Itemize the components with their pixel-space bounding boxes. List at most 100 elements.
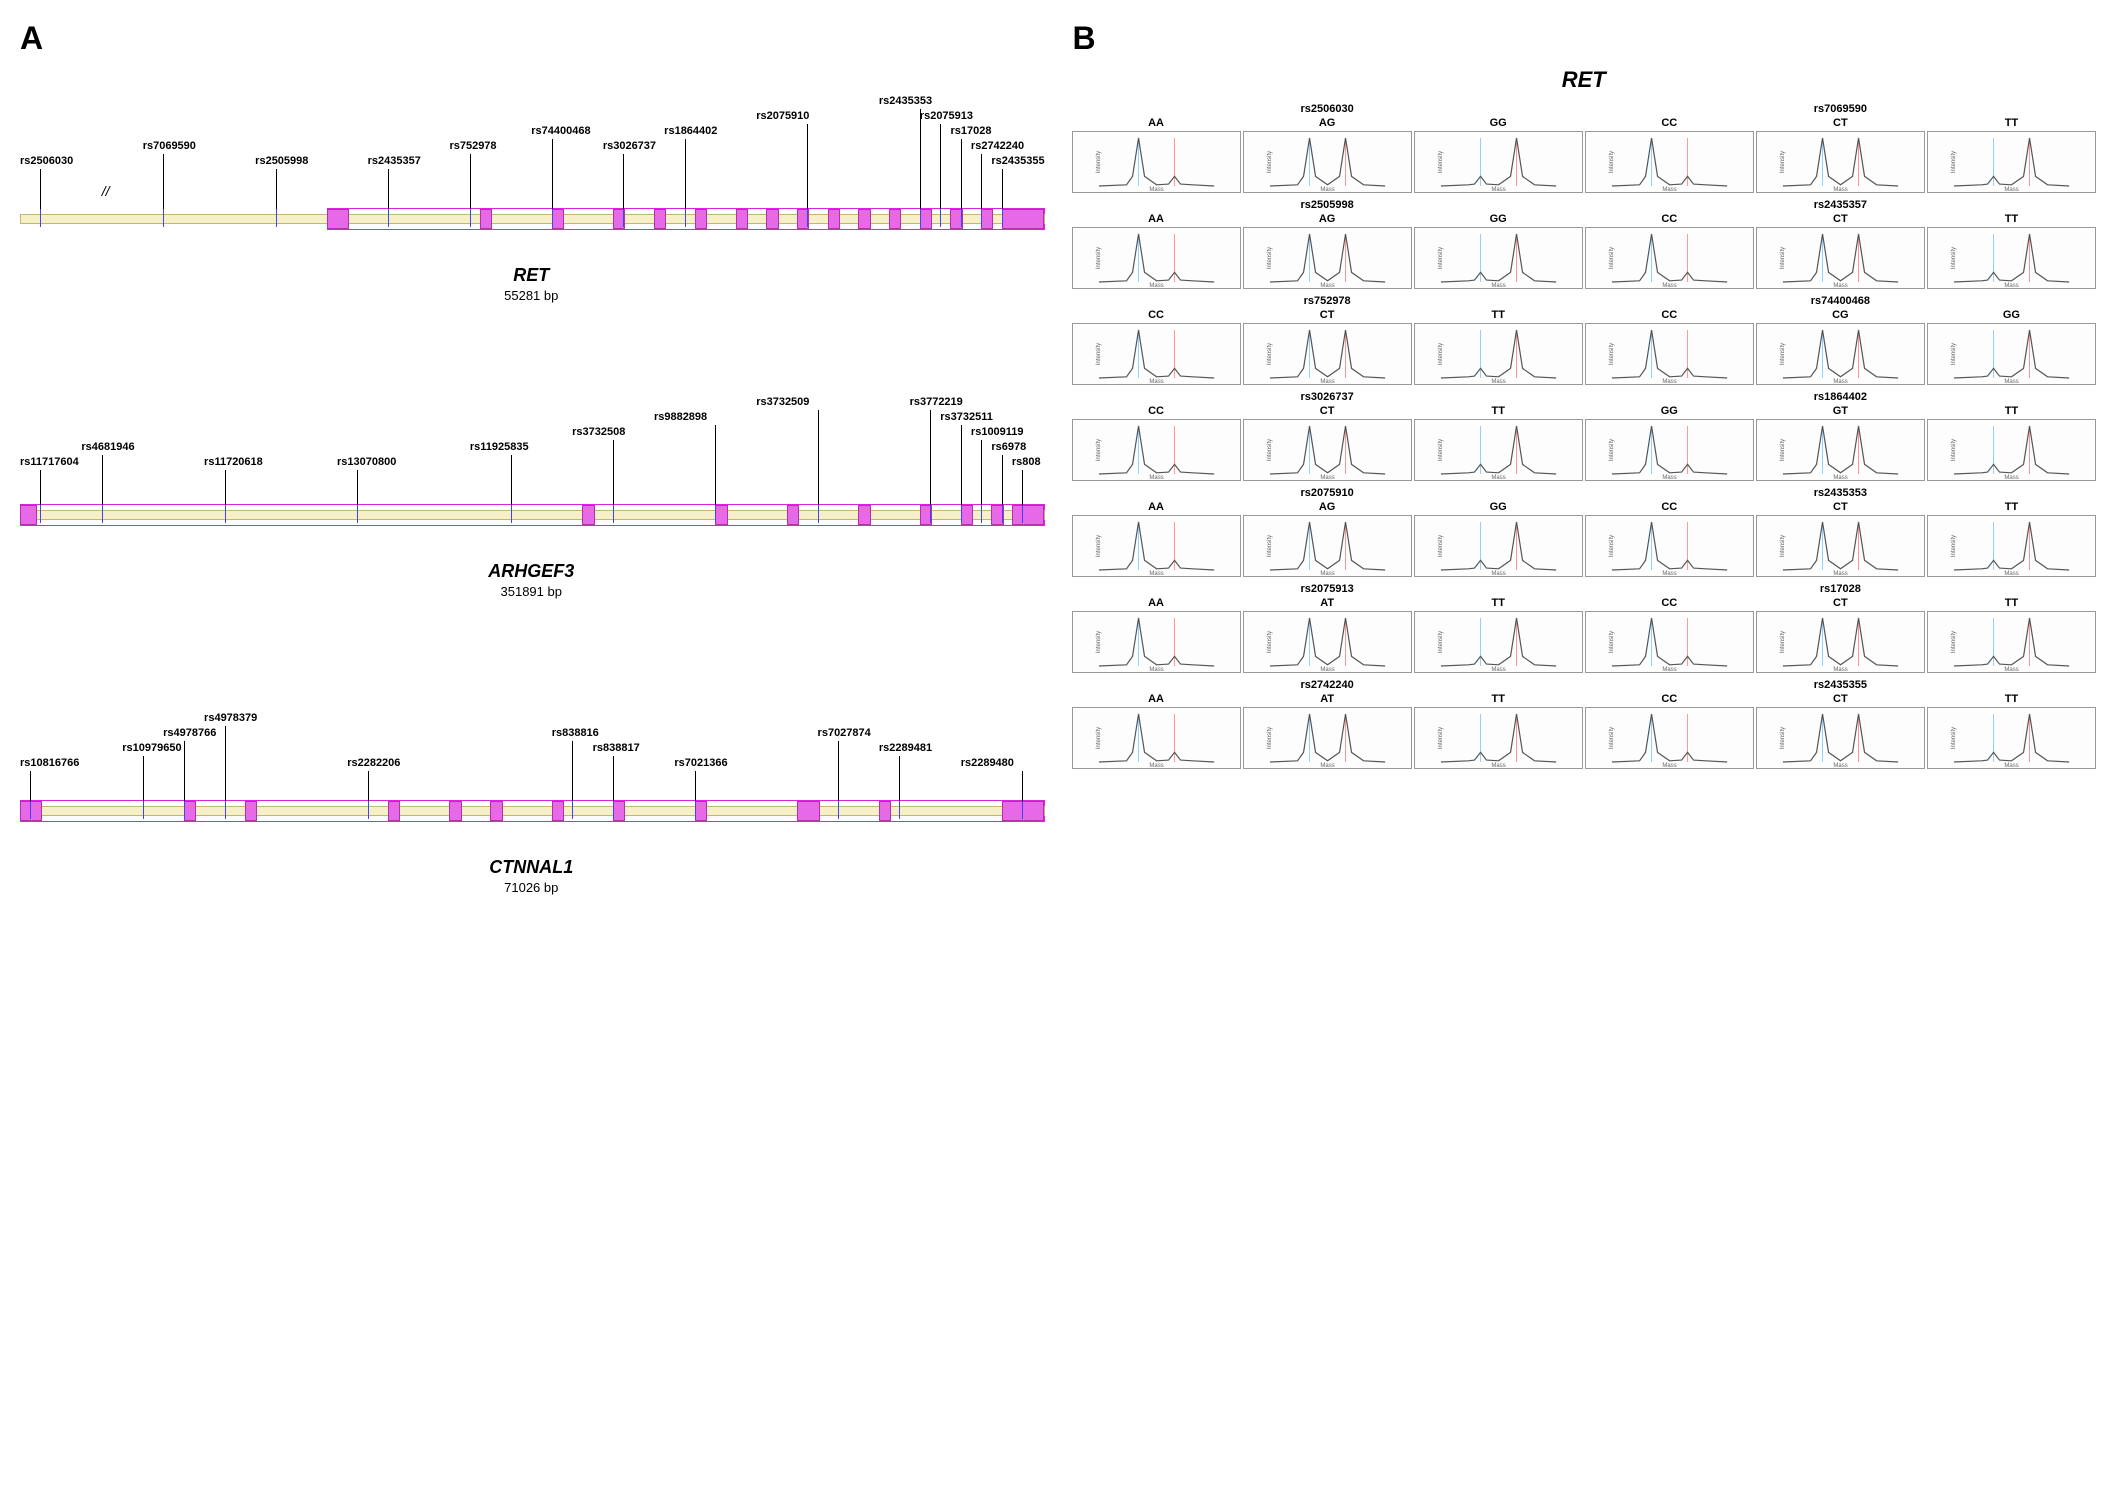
snp-label: rs2506030 (20, 155, 73, 167)
svg-text:Mass: Mass (1662, 763, 1676, 768)
svg-text:Intensity: Intensity (1609, 631, 1615, 653)
svg-text:Intensity: Intensity (1267, 151, 1273, 173)
gene-name-ctnnal1: CTNNAL1 (20, 857, 1043, 878)
genotype-label: AT (1320, 597, 1334, 609)
svg-text:Mass: Mass (1149, 763, 1163, 768)
svg-text:Intensity: Intensity (1609, 727, 1615, 749)
snp-label: rs2435357 (368, 155, 421, 167)
svg-text:Intensity: Intensity (1951, 535, 1957, 557)
spectrum-plot: Mass Intensity (1243, 131, 1412, 193)
svg-text:Intensity: Intensity (1096, 247, 1102, 269)
spectrum-cell: rs2742240ATMassIntensity (1244, 679, 1411, 769)
spectrum-cell: TTMassIntensity (1928, 583, 2095, 673)
spectrum-plot: MassIntensity (1243, 323, 1412, 385)
snp-label: rs10979650 (122, 742, 181, 754)
svg-text:Mass: Mass (2004, 187, 2018, 192)
spectrum-cell: rs2075910AG MassIntensity (1244, 487, 1411, 577)
spectrum-plot: Mass Intensity (1927, 515, 2096, 577)
svg-text:Mass: Mass (1833, 571, 1847, 576)
spectrum-cell: GGMassIntensity (1415, 103, 1582, 193)
svg-text:Intensity: Intensity (1609, 343, 1615, 365)
genotype-label: CC (1661, 117, 1677, 129)
spectrum-cell: TTMassIntensity (1928, 487, 2095, 577)
spectrum-plot: MassIntensity (1756, 515, 1925, 577)
genotype-label: TT (2005, 405, 2018, 417)
snp-label: rs838817 (593, 742, 640, 754)
spectrum-cell: GGMassIntensity (1586, 391, 1753, 481)
genotype-label: TT (2005, 213, 2018, 225)
genotype-label: CT (1833, 213, 1848, 225)
panel-a: A // (20, 20, 1043, 955)
spectrum-cell: rs2435355CTMassIntensity (1757, 679, 1924, 769)
svg-text:Intensity: Intensity (1780, 343, 1786, 365)
spectrum-cell: TTMassIntensity (1928, 679, 2095, 769)
snp-label: rs17028 (950, 125, 991, 137)
svg-text:Mass: Mass (2004, 475, 2018, 480)
snp-label: rs11717604 (20, 456, 79, 468)
snp-label: rs9882898 (654, 411, 707, 423)
genotype-label: AG (1319, 501, 1336, 513)
spectrum-cell: TT MassIntensity (1928, 199, 2095, 289)
panel-b-title: RET (1073, 67, 2096, 93)
genotype-label: GG (1490, 501, 1507, 513)
svg-text:Mass: Mass (2004, 571, 2018, 576)
svg-text:Mass: Mass (1491, 379, 1505, 384)
snp-label: rs2075913 (920, 110, 973, 122)
spectrum-plot: MassIntensity (1585, 611, 1754, 673)
svg-text:Mass: Mass (1320, 571, 1334, 576)
spectrum-plot: MassIntensity (1243, 515, 1412, 577)
svg-text:Intensity: Intensity (1096, 439, 1102, 461)
snp-label: rs6978 (991, 441, 1026, 453)
svg-text:Mass: Mass (1833, 283, 1847, 288)
spectrum-cell: rs2505998AGMassIntensity (1244, 199, 1411, 289)
svg-text:Mass: Mass (1662, 475, 1676, 480)
snp-label: rs838816 (552, 727, 599, 739)
spectrum-cell: rs2435357CTMassIntensity (1757, 199, 1924, 289)
svg-text:Mass: Mass (2004, 667, 2018, 672)
spectrum-plot: MassIntensity (1927, 227, 2096, 289)
rs-header: rs2435355 (1814, 679, 1867, 693)
genotype-label: CC (1661, 213, 1677, 225)
gene-name-arhgef3: ARHGEF3 (20, 561, 1043, 582)
spectrum-cell: GGMassIntensity (1928, 295, 2095, 385)
figure-container: A // (20, 20, 2095, 955)
svg-text:Mass: Mass (2004, 379, 2018, 384)
genotype-label: TT (1491, 309, 1504, 321)
spectrum-cell: TT MassIntensity (1415, 295, 1582, 385)
spectrum-plot: MassIntensity (1414, 323, 1583, 385)
spectrum-cell: rs1864402GTMassIntensity (1757, 391, 1924, 481)
spectrum-plot: MassIntensity (1414, 707, 1583, 769)
genotype-label: AT (1320, 693, 1334, 705)
snp-label: rs3732509 (756, 396, 809, 408)
rs-header: rs2075910 (1301, 487, 1354, 501)
spectrum-plot: MassIntensity (1756, 611, 1925, 673)
rs-header: rs2435357 (1814, 199, 1867, 213)
svg-text:Mass: Mass (1320, 187, 1334, 192)
gene-size-arhgef3: 351891 bp (20, 584, 1043, 599)
genotype-label: TT (2005, 117, 2018, 129)
svg-text:Intensity: Intensity (1609, 151, 1615, 173)
genotype-label: TT (2005, 597, 2018, 609)
genotype-label: TT (1491, 693, 1504, 705)
spectrum-plot: MassIntensity (1756, 131, 1925, 193)
svg-text:Mass: Mass (1149, 283, 1163, 288)
spectrum-cell: GGMassIntensity (1415, 487, 1582, 577)
svg-text:Intensity: Intensity (1096, 727, 1102, 749)
svg-text:Mass: Mass (1491, 571, 1505, 576)
spectrum-plot: MassIntensity (1072, 131, 1241, 193)
spectrum-cell: AAMassIntensity (1073, 199, 1240, 289)
genotype-label: CT (1833, 117, 1848, 129)
spectrum-plot: MassIntensity (1072, 419, 1241, 481)
svg-text:Mass: Mass (1320, 475, 1334, 480)
svg-text:Mass: Mass (1491, 763, 1505, 768)
spectrum-cell: CCMassIntensity (1586, 103, 1753, 193)
svg-text:Intensity: Intensity (1438, 631, 1444, 653)
svg-text:Mass: Mass (1662, 283, 1676, 288)
spectrum-plot: MassIntensity (1072, 611, 1241, 673)
snp-label: rs2289481 (879, 742, 932, 754)
svg-text:Intensity: Intensity (1780, 151, 1786, 173)
spectrum-cell: rs3026737CTMassIntensity (1244, 391, 1411, 481)
spectrum-plot: MassIntensity (1585, 515, 1754, 577)
spectrum-plot: MassIntensity (1243, 227, 1412, 289)
rs-header: rs74400468 (1811, 295, 1870, 309)
